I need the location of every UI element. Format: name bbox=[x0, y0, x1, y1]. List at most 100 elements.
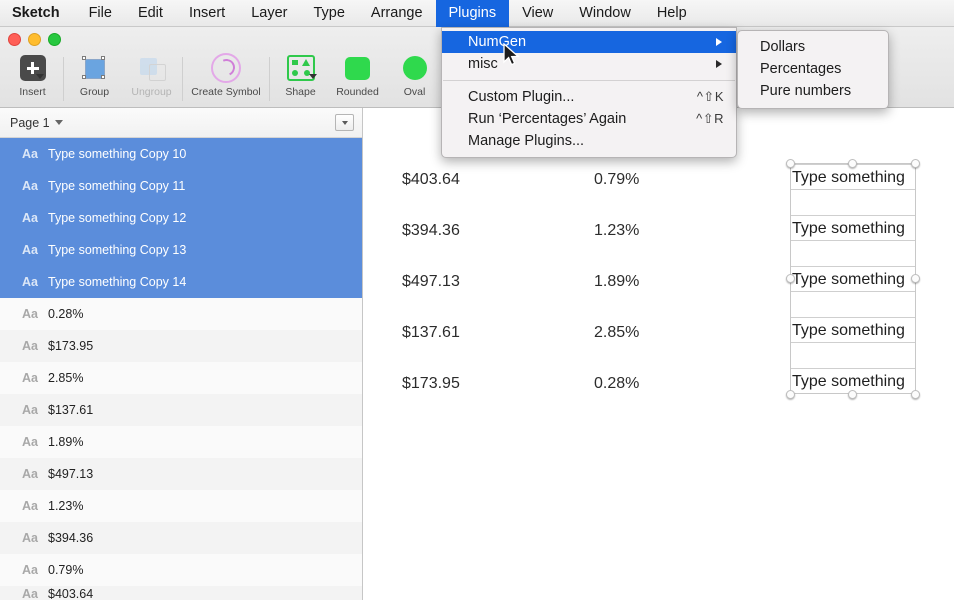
resize-handle-top-center[interactable] bbox=[848, 159, 857, 168]
resize-handle-middle-left[interactable] bbox=[786, 274, 795, 283]
submenu-item-label: Percentages bbox=[760, 61, 841, 77]
submenu-item-pure-numbers[interactable]: Pure numbers bbox=[738, 80, 888, 102]
layer-name: 2.85% bbox=[48, 371, 83, 385]
canvas-dollar-text[interactable]: $137.61 bbox=[402, 324, 460, 342]
menu-insert[interactable]: Insert bbox=[176, 0, 238, 27]
layer-row[interactable]: Aa $403.64 bbox=[0, 586, 362, 600]
menu-item-run-percentages-again[interactable]: Run ‘Percentages’ Again ^⇧R bbox=[442, 108, 736, 130]
canvas-placeholder-text[interactable]: Type something bbox=[792, 271, 905, 289]
submenu-item-label: Dollars bbox=[760, 39, 805, 55]
canvas-placeholder-text[interactable]: Type something bbox=[792, 373, 905, 391]
layer-row[interactable]: Aa Type something Copy 14 bbox=[0, 266, 362, 298]
toolbar-shape-label: Shape bbox=[285, 86, 315, 98]
canvas-placeholder-text[interactable]: Type something bbox=[792, 169, 905, 187]
text-layer-icon: Aa bbox=[22, 243, 48, 257]
chevron-down-icon[interactable] bbox=[36, 74, 44, 79]
resize-handle-bottom-left[interactable] bbox=[786, 390, 795, 399]
submenu-arrow-icon bbox=[716, 38, 722, 46]
menu-item-label: Manage Plugins... bbox=[468, 133, 584, 149]
toolbar-ungroup[interactable]: Ungroup bbox=[123, 51, 180, 98]
resize-handle-top-right[interactable] bbox=[911, 159, 920, 168]
menu-item-label: misc bbox=[468, 56, 498, 72]
layer-row[interactable]: Aa Type something Copy 10 bbox=[0, 138, 362, 170]
toolbar-ungroup-label: Ungroup bbox=[131, 86, 171, 98]
text-layer-icon: Aa bbox=[22, 403, 48, 417]
page-name[interactable]: Page 1 bbox=[10, 116, 50, 130]
layer-name: 1.89% bbox=[48, 435, 83, 449]
close-button[interactable] bbox=[8, 33, 21, 46]
layer-name: $403.64 bbox=[48, 587, 93, 600]
layer-name: $137.61 bbox=[48, 403, 93, 417]
toolbar-insert[interactable]: Insert bbox=[4, 51, 61, 98]
canvas-percent-text[interactable]: 0.28% bbox=[594, 375, 639, 393]
layer-row[interactable]: Aa $394.36 bbox=[0, 522, 362, 554]
layer-list-sidebar: Page 1 Aa Type something Copy 10 Aa Type… bbox=[0, 108, 363, 600]
layer-row[interactable]: Aa $497.13 bbox=[0, 458, 362, 490]
menu-window[interactable]: Window bbox=[566, 0, 644, 27]
text-layer-icon: Aa bbox=[22, 499, 48, 513]
resize-handle-bottom-center[interactable] bbox=[848, 390, 857, 399]
canvas-percent-text[interactable]: 1.89% bbox=[594, 273, 639, 291]
zoom-button[interactable] bbox=[48, 33, 61, 46]
text-layer-icon: Aa bbox=[22, 531, 48, 545]
chevron-down-icon[interactable] bbox=[55, 120, 63, 125]
resize-handle-bottom-right[interactable] bbox=[911, 390, 920, 399]
menu-view[interactable]: View bbox=[509, 0, 566, 27]
toolbar-create-symbol[interactable]: Create Symbol bbox=[185, 51, 267, 98]
minimize-button[interactable] bbox=[28, 33, 41, 46]
layer-row[interactable]: Aa Type something Copy 12 bbox=[0, 202, 362, 234]
submenu-item-percentages[interactable]: Percentages bbox=[738, 58, 888, 80]
menu-item-manage-plugins[interactable]: Manage Plugins... bbox=[442, 130, 736, 152]
layer-row[interactable]: Aa 0.28% bbox=[0, 298, 362, 330]
rounded-rectangle-icon bbox=[345, 51, 370, 85]
toolbar-shape[interactable]: Shape bbox=[272, 51, 329, 98]
layer-row[interactable]: Aa $173.95 bbox=[0, 330, 362, 362]
toolbar-group-label: Group bbox=[80, 86, 109, 98]
menu-item-numgen[interactable]: NumGen bbox=[442, 31, 736, 53]
sketch-window: Sketch File Edit Insert Layer Type Arran… bbox=[0, 0, 954, 600]
canvas-placeholder-text[interactable]: Type something bbox=[792, 220, 905, 238]
canvas-dollar-text[interactable]: $403.64 bbox=[402, 171, 460, 189]
menu-plugins[interactable]: Plugins bbox=[436, 0, 510, 27]
toolbar-divider-2 bbox=[182, 57, 183, 101]
chevron-down-icon[interactable] bbox=[309, 74, 317, 79]
layer-row[interactable]: Aa Type something Copy 11 bbox=[0, 170, 362, 202]
menu-type[interactable]: Type bbox=[300, 0, 357, 27]
layer-name: Type something Copy 10 bbox=[48, 147, 186, 161]
submenu-item-dollars[interactable]: Dollars bbox=[738, 36, 888, 58]
plugins-dropdown-menu: NumGen misc Custom Plugin... ^⇧K Run ‘Pe… bbox=[441, 27, 737, 158]
toolbar-oval[interactable]: Oval bbox=[386, 51, 443, 98]
canvas-dollar-text[interactable]: $497.13 bbox=[402, 273, 460, 291]
toolbar-rounded[interactable]: Rounded bbox=[329, 51, 386, 98]
resize-handle-top-left[interactable] bbox=[786, 159, 795, 168]
menu-bar: Sketch File Edit Insert Layer Type Arran… bbox=[0, 0, 954, 27]
canvas-placeholder-text[interactable]: Type something bbox=[792, 322, 905, 340]
layer-row[interactable]: Aa 1.23% bbox=[0, 490, 362, 522]
canvas-percent-text[interactable]: 1.23% bbox=[594, 222, 639, 240]
layer-row[interactable]: Aa $137.61 bbox=[0, 394, 362, 426]
menu-sketch[interactable]: Sketch bbox=[0, 0, 76, 27]
resize-handle-middle-right[interactable] bbox=[911, 274, 920, 283]
menu-layer[interactable]: Layer bbox=[238, 0, 300, 27]
canvas[interactable]: $403.64 $394.36 $497.13 $137.61 $173.95 … bbox=[364, 108, 954, 600]
insert-icon bbox=[20, 51, 46, 85]
menu-edit[interactable]: Edit bbox=[125, 0, 176, 27]
text-layer-icon: Aa bbox=[22, 307, 48, 321]
layer-row[interactable]: Aa 2.85% bbox=[0, 362, 362, 394]
layer-name: $497.13 bbox=[48, 467, 93, 481]
page-settings-button[interactable] bbox=[335, 114, 354, 131]
menu-help[interactable]: Help bbox=[644, 0, 700, 27]
layer-row[interactable]: Aa 0.79% bbox=[0, 554, 362, 586]
menu-item-misc[interactable]: misc bbox=[442, 53, 736, 75]
menu-arrange[interactable]: Arrange bbox=[358, 0, 436, 27]
canvas-dollar-text[interactable]: $394.36 bbox=[402, 222, 460, 240]
canvas-dollar-text[interactable]: $173.95 bbox=[402, 375, 460, 393]
toolbar-group[interactable]: Group bbox=[66, 51, 123, 98]
layer-row[interactable]: Aa 1.89% bbox=[0, 426, 362, 458]
layer-row[interactable]: Aa Type something Copy 13 bbox=[0, 234, 362, 266]
canvas-percent-text[interactable]: 2.85% bbox=[594, 324, 639, 342]
menu-item-custom-plugin[interactable]: Custom Plugin... ^⇧K bbox=[442, 86, 736, 108]
menu-file[interactable]: File bbox=[76, 0, 125, 27]
toolbar-create-symbol-label: Create Symbol bbox=[191, 86, 260, 98]
canvas-percent-text[interactable]: 0.79% bbox=[594, 171, 639, 189]
